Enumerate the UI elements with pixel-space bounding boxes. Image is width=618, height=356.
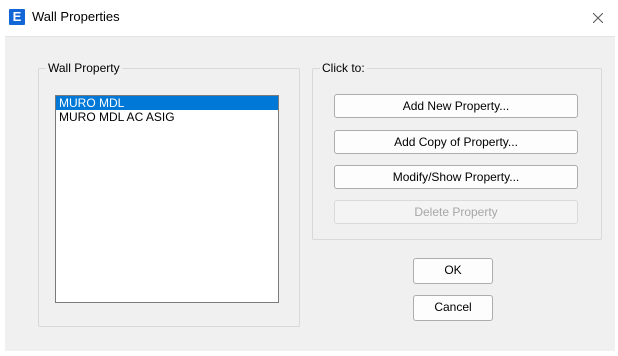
wall-property-group: Wall Property MURO MDL MURO MDL AC ASIG bbox=[38, 61, 300, 327]
etabs-app-icon: E bbox=[9, 9, 25, 25]
window-title: Wall Properties bbox=[32, 9, 120, 24]
modify-show-property-button[interactable]: Modify/Show Property... bbox=[334, 165, 578, 189]
click-to-group-label: Click to: bbox=[320, 61, 367, 75]
wall-property-list[interactable]: MURO MDL MURO MDL AC ASIG bbox=[55, 95, 279, 303]
add-new-property-button[interactable]: Add New Property... bbox=[334, 94, 578, 118]
add-copy-of-property-button[interactable]: Add Copy of Property... bbox=[334, 130, 578, 154]
list-item[interactable]: MURO MDL bbox=[56, 96, 278, 110]
delete-property-button[interactable]: Delete Property bbox=[334, 200, 578, 224]
title-bar: E Wall Properties bbox=[0, 0, 618, 36]
cancel-button[interactable]: Cancel bbox=[413, 295, 493, 321]
close-button[interactable] bbox=[578, 0, 618, 36]
dialog-body: Wall Property MURO MDL MURO MDL AC ASIG … bbox=[5, 36, 615, 351]
ok-button[interactable]: OK bbox=[413, 258, 493, 284]
wall-property-group-label: Wall Property bbox=[46, 61, 122, 75]
close-icon bbox=[593, 13, 603, 23]
list-item[interactable]: MURO MDL AC ASIG bbox=[56, 110, 278, 124]
